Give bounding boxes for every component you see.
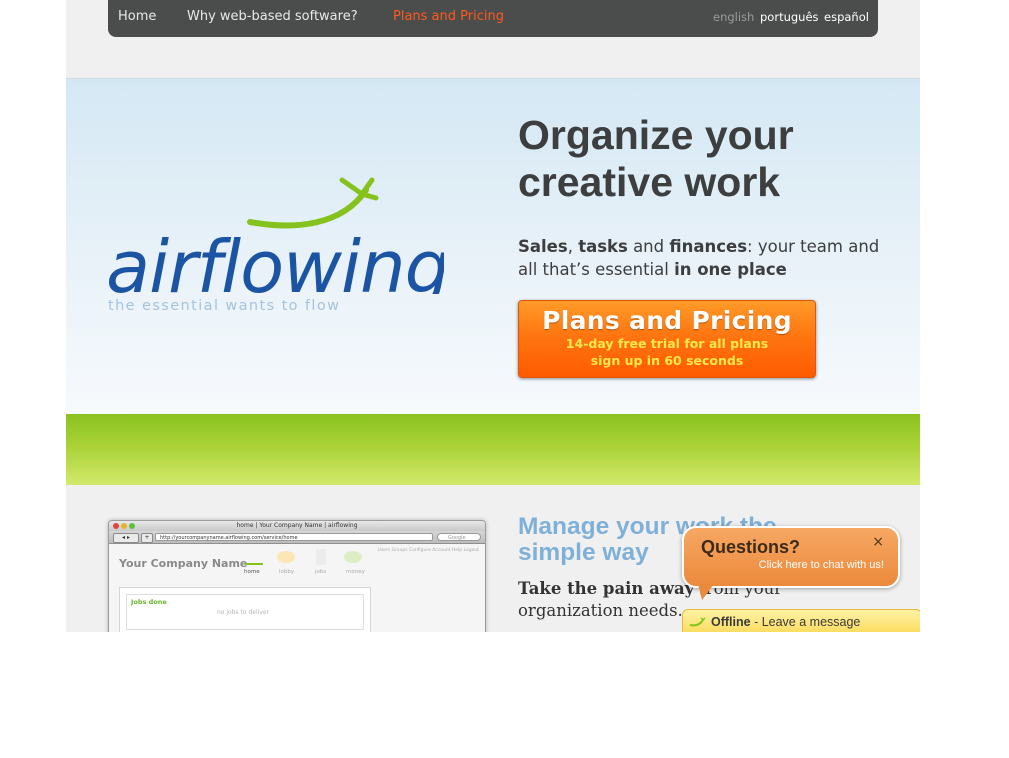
cta-title: Plans and Pricing — [542, 306, 792, 335]
headline-line-1: Organize your — [518, 112, 794, 158]
money-tab-icon — [344, 551, 362, 563]
add-tab-icon: + — [141, 533, 153, 543]
nav-plans-pricing-link[interactable]: Plans and Pricing — [393, 9, 504, 24]
screenshot-search-field: Google — [437, 533, 481, 541]
chat-subtitle-link[interactable]: Click here to chat with us! — [759, 559, 884, 571]
chat-status-offline: Offline — [711, 615, 751, 629]
sub-and: and — [627, 237, 670, 256]
top-navigation: Home Why web-based software? Plans and P… — [108, 0, 878, 37]
chat-questions-bubble[interactable]: Questions? × Click here to chat with us! — [682, 526, 900, 600]
chat-leave-message: - Leave a message — [750, 615, 861, 629]
no-jobs-text: no jobs to deliver — [217, 609, 270, 616]
airflowing-swoosh-icon — [689, 617, 706, 627]
chat-status-text: Offline - Leave a message — [711, 615, 860, 629]
back-forward-icon: ◂ ▸ — [113, 533, 139, 543]
screenshot-top-links: Users Groups Configure Account Help Logo… — [377, 548, 479, 553]
language-espanol-link[interactable]: español — [824, 10, 869, 24]
sub-tasks: tasks — [578, 237, 628, 256]
manage-line-2: simple way — [518, 539, 649, 566]
language-english-link[interactable]: english — [713, 10, 754, 24]
jobs-done-title: Jobs done — [131, 598, 167, 606]
bubble-tail — [698, 584, 714, 600]
sub-one-place: in one place — [674, 259, 787, 279]
screenshot-toolbar: ◂ ▸ + http://yourcompanyname.airflowing.… — [109, 531, 485, 544]
zoom-dot-icon — [129, 523, 135, 529]
product-screenshot: home | Your Company Name | airflowing ◂ … — [108, 520, 486, 632]
nav-why-web-based-link[interactable]: Why web-based software? — [187, 9, 358, 24]
chat-close-icon[interactable]: × — [872, 534, 884, 550]
logo-wordmark: airflowing — [106, 225, 444, 294]
jobs-tab-icon — [316, 549, 326, 565]
headline-line-2: creative work — [518, 159, 781, 205]
chat-offline-bar[interactable]: Offline - Leave a message — [682, 609, 920, 632]
screenshot-panel: Jobs done no jobs to deliver — [119, 587, 371, 632]
screenshot-address-bar: http://yourcompanyname.airflowing.com/se… — [155, 533, 433, 541]
jobs-done-box: Jobs done no jobs to deliver — [126, 594, 364, 630]
green-divider-band — [66, 414, 920, 485]
sub-sales: Sales — [518, 237, 568, 256]
nav-home-link[interactable]: Home — [118, 9, 156, 24]
cta-signup-text: sign up in 60 seconds — [590, 353, 744, 368]
screenshot-titlebar: home | Your Company Name | airflowing — [109, 521, 485, 531]
screenshot-tab-money: money — [346, 569, 365, 575]
minimize-dot-icon — [121, 523, 127, 529]
screenshot-tab-lobby: lobby — [279, 569, 295, 575]
page: Home Why web-based software? Plans and P… — [66, 0, 920, 632]
hero-headline: Organize your creative work — [518, 112, 878, 206]
sub-finances: finances — [669, 237, 748, 256]
screenshot-window-title: home | Your Company Name | airflowing — [236, 522, 358, 529]
logo-tagline: the essential wants to flow — [108, 298, 341, 314]
chat-title: Questions? — [701, 537, 801, 557]
pain-bold-text: Take the pain away — [518, 579, 695, 598]
lobby-tab-icon — [277, 551, 295, 563]
plans-pricing-cta-button[interactable]: Plans and Pricing 14-day free trial for … — [518, 300, 816, 378]
sub-separator: , — [567, 237, 579, 256]
close-dot-icon — [113, 523, 119, 529]
logo-swoosh — [247, 187, 369, 229]
screenshot-company-name: Your Company Name — [119, 557, 248, 570]
cta-trial-text: 14-day free trial for all plans — [565, 336, 769, 351]
screenshot-tab-jobs: jobs — [315, 569, 327, 575]
airflowing-logo: airflowing — [106, 177, 444, 294]
home-tab-icon — [245, 551, 263, 565]
hero-subheading: Sales, tasks and finances: your team and… — [518, 236, 898, 281]
screenshot-tab-home: home — [244, 569, 260, 575]
language-portugues-link[interactable]: português — [760, 10, 819, 24]
